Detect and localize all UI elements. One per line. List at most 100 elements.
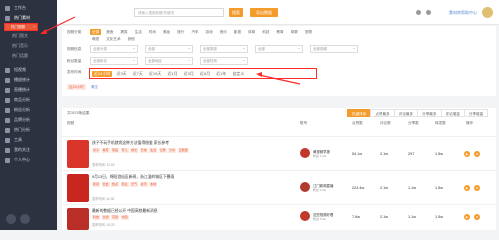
sidebar-item-fans[interactable]: 粉丝分析 bbox=[0, 105, 57, 115]
help-link[interactable]: 素材库帮助中心 bbox=[449, 10, 477, 16]
export-button[interactable]: 导出数据 bbox=[250, 8, 278, 17]
star-icon[interactable]: ★ bbox=[474, 214, 480, 220]
video-tag[interactable]: 新闻 bbox=[92, 182, 101, 187]
sidebar-item-profile[interactable]: 个人中心 bbox=[0, 155, 57, 165]
col-header-likes[interactable]: 点赞数 bbox=[352, 121, 363, 126]
category-chip[interactable]: 教育 bbox=[274, 29, 285, 35]
category-chip[interactable]: 生活 bbox=[133, 29, 144, 35]
video-tag[interactable]: 社会 bbox=[101, 182, 110, 187]
table-row[interactable]: 孩子不玩手机就闹这种方法值得借鉴 家长参考 亲子 教育 家庭 育儿 成长 日常 … bbox=[62, 136, 496, 170]
video-info-select[interactable]: 全部 bbox=[255, 45, 303, 53]
play-icon[interactable]: ▶ bbox=[464, 214, 470, 220]
category-chip[interactable]: 科技 bbox=[260, 29, 271, 35]
sidebar-item-hot-material[interactable]: 热门素材 bbox=[0, 13, 57, 23]
video-tag[interactable]: 家庭 bbox=[111, 148, 120, 153]
star-icon[interactable]: ★ bbox=[474, 185, 480, 191]
sidebar-subitem-hot-article[interactable]: 热门图文 bbox=[0, 31, 57, 41]
video-title[interactable]: 最新的数据已经公开 中国高铁最新消息 bbox=[92, 209, 158, 214]
time-option[interactable]: 近3月 bbox=[182, 71, 196, 77]
video-tag[interactable]: 分享 bbox=[168, 148, 177, 153]
region-select[interactable]: 全部地区 bbox=[145, 57, 193, 65]
video-tag[interactable]: 生活 bbox=[149, 148, 158, 153]
category-chip[interactable]: 母婴 bbox=[289, 29, 300, 35]
search-button[interactable]: 搜索 bbox=[229, 8, 243, 17]
col-header-shares[interactable]: 分享数 bbox=[408, 121, 419, 126]
time-option[interactable]: 近1月 bbox=[165, 71, 179, 77]
category-chip[interactable]: 全部 bbox=[90, 29, 102, 35]
video-tag[interactable]: 成长 bbox=[130, 148, 139, 153]
selected-filter-chip[interactable]: 近24小时 bbox=[67, 84, 86, 90]
sort-tab[interactable]: 热度排序 bbox=[347, 109, 372, 117]
sort-tab[interactable]: 分享增量 bbox=[463, 109, 489, 117]
sidebar-item-short-video[interactable]: 短视频 bbox=[0, 65, 57, 75]
category-chip[interactable]: 时尚 bbox=[147, 29, 158, 35]
time-option[interactable]: 自定义 bbox=[230, 71, 246, 77]
video-info-select[interactable]: 全部分类 bbox=[90, 45, 138, 53]
sidebar-item-live-stats[interactable]: 直播统计 bbox=[0, 85, 57, 95]
category-chip[interactable]: 搞笑 bbox=[118, 29, 129, 35]
chat-icon[interactable] bbox=[6, 214, 16, 224]
time-option[interactable]: 近15天 bbox=[147, 71, 163, 77]
col-header-forwards[interactable]: 转发数 bbox=[435, 121, 446, 126]
time-option[interactable]: 近24小时 bbox=[92, 70, 113, 77]
category-chip[interactable]: 美食 bbox=[104, 29, 115, 35]
video-tag[interactable]: 交通 bbox=[101, 215, 110, 220]
play-icon[interactable]: ▶ bbox=[464, 185, 470, 191]
video-thumbnail[interactable] bbox=[67, 140, 89, 168]
sidebar-item-tools[interactable]: 工具 bbox=[0, 135, 57, 145]
video-thumbnail[interactable] bbox=[67, 174, 89, 202]
video-tag[interactable]: 科技 bbox=[92, 215, 101, 220]
video-info-select[interactable]: 全部 bbox=[145, 45, 193, 53]
video-tag[interactable]: 中国 bbox=[120, 215, 129, 220]
time-option[interactable]: 近1年 bbox=[214, 71, 228, 77]
account-avatar[interactable] bbox=[300, 148, 310, 158]
sidebar-subitem-hot-video[interactable]: 热门视频 bbox=[4, 23, 38, 31]
sidebar-item-brand[interactable]: 品牌分析 bbox=[0, 115, 57, 125]
account-avatar[interactable] bbox=[300, 211, 310, 221]
video-tag[interactable]: 亲子 bbox=[92, 148, 101, 153]
sidebar-subitem-hot-music[interactable]: 热门音乐 bbox=[0, 41, 57, 51]
table-row[interactable]: 9月13日，绵阳游仙区新闻，浙江温岭城区下暴雨 新闻 社会 热点 民生 天气 资… bbox=[62, 170, 496, 204]
sort-tab[interactable]: 分享最多 bbox=[417, 109, 442, 117]
category-chip[interactable]: 宠物 bbox=[303, 29, 314, 35]
sidebar-item-play-stats[interactable]: 播放统计 bbox=[0, 75, 57, 85]
video-tag[interactable]: 资讯 bbox=[139, 182, 148, 187]
sort-tab[interactable]: 点赞最多 bbox=[370, 109, 395, 117]
sidebar-item-goods[interactable]: 商品分析 bbox=[0, 95, 57, 105]
category-chip[interactable]: 影视 bbox=[232, 29, 243, 35]
sidebar-item-hot-analysis[interactable]: 热门分析 bbox=[0, 125, 57, 135]
video-tag[interactable]: 正能量 bbox=[177, 148, 189, 153]
video-tag[interactable]: 民生 bbox=[120, 182, 129, 187]
fans-select[interactable]: 全部粉丝 bbox=[90, 57, 138, 65]
category-chip[interactable]: 文化艺术 bbox=[104, 36, 122, 42]
video-title[interactable]: 9月13日，绵阳游仙区新闻，浙江温岭城区下暴雨 bbox=[92, 175, 174, 180]
category-chip[interactable]: 游戏 bbox=[204, 29, 215, 35]
sort-tab[interactable]: 评论增量 bbox=[440, 109, 465, 117]
video-thumbnail[interactable] bbox=[67, 208, 89, 230]
account-avatar[interactable] bbox=[300, 182, 310, 192]
category-chip[interactable]: 音乐 bbox=[218, 29, 229, 35]
video-info-select[interactable]: 全部类型 bbox=[200, 45, 248, 53]
category-chip[interactable]: 旅行 bbox=[175, 29, 186, 35]
video-tag[interactable]: 记录 bbox=[158, 148, 167, 153]
category-chip[interactable]: 其他 bbox=[126, 36, 137, 42]
search-input[interactable]: 请输入视频标题/关键词 bbox=[134, 8, 224, 17]
col-header-comments[interactable]: 评论数 bbox=[380, 121, 391, 126]
video-tag[interactable]: 育儿 bbox=[120, 148, 129, 153]
gender-select[interactable]: 全部性别 bbox=[200, 57, 248, 65]
video-tag[interactable]: 天气 bbox=[130, 182, 139, 187]
reset-link[interactable]: 清空 bbox=[89, 84, 100, 90]
settings-icon[interactable] bbox=[20, 214, 30, 224]
video-tag[interactable]: 本地 bbox=[149, 182, 158, 187]
video-title[interactable]: 孩子不玩手机就闹这种方法值得借鉴 家长参考 bbox=[92, 141, 169, 146]
play-icon[interactable]: ▶ bbox=[464, 151, 470, 157]
avatar[interactable] bbox=[482, 7, 493, 18]
video-tag[interactable]: 高铁 bbox=[111, 215, 120, 220]
star-icon[interactable]: ★ bbox=[474, 151, 480, 157]
sidebar-subitem-hot-topic[interactable]: 热门话题 bbox=[0, 51, 57, 61]
sidebar-item-workbench[interactable]: 工作台 bbox=[0, 3, 57, 13]
video-tag[interactable]: 日常 bbox=[139, 148, 148, 153]
time-option[interactable]: 近7天 bbox=[131, 71, 145, 77]
category-chip[interactable]: 汽车 bbox=[189, 29, 200, 35]
time-option[interactable]: 近6月 bbox=[198, 71, 212, 77]
